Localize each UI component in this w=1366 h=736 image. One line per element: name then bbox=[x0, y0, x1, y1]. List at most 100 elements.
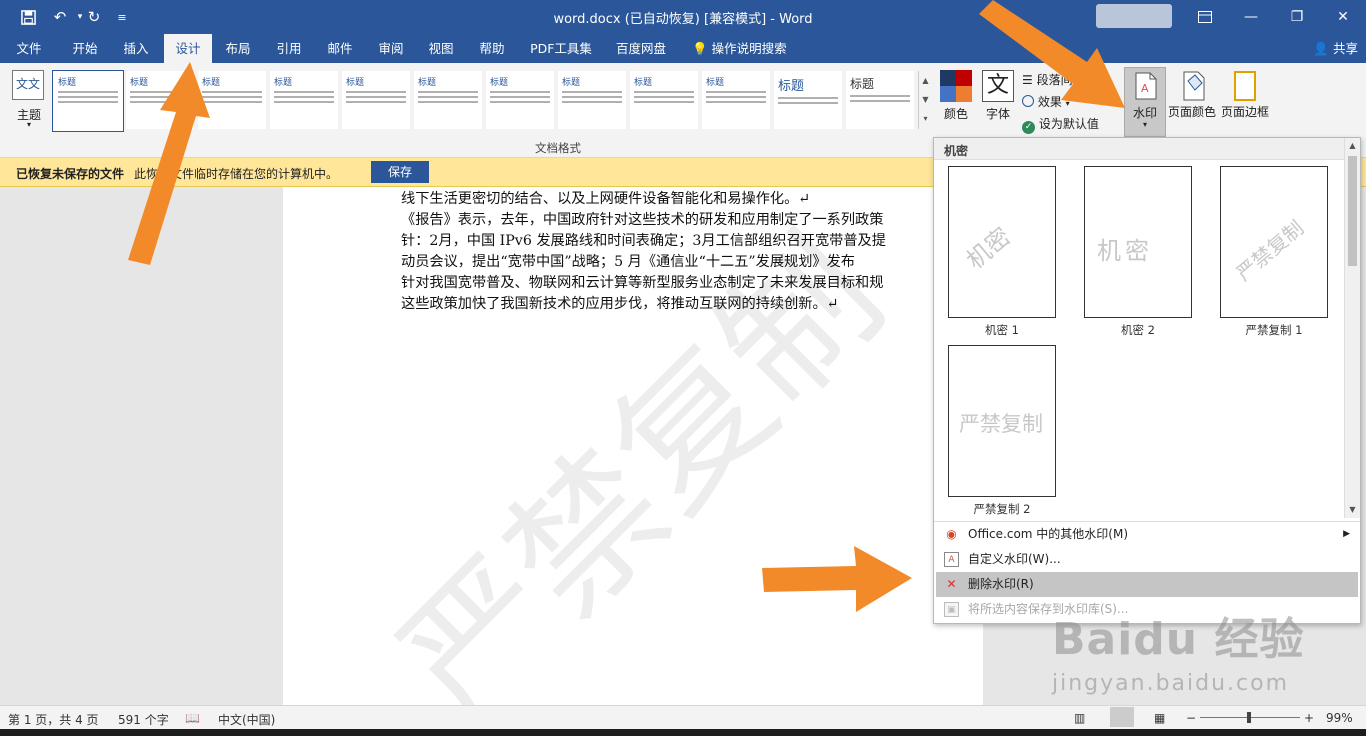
annotation-arrow-watermark bbox=[979, 0, 1125, 108]
more-watermarks-office-com[interactable]: ◉ Office.com 中的其他水印(M) ▶ bbox=[936, 522, 1358, 547]
close-button[interactable]: ✕ bbox=[1320, 0, 1366, 34]
theme-icon[interactable]: 文文 bbox=[12, 70, 44, 100]
custom-watermark[interactable]: A 自定义水印(W)... bbox=[936, 547, 1358, 572]
restore-button[interactable]: ❐ bbox=[1274, 0, 1320, 34]
paragraph-line: 线下生活更密切的结合、以及上网硬件设备智能化和易操作化。↵ bbox=[401, 191, 811, 207]
style-set-10[interactable]: 标题 bbox=[702, 71, 770, 129]
zoom-in-button[interactable]: + bbox=[1304, 711, 1314, 725]
gallery-scroll[interactable]: ▲ ▼ ▾ bbox=[918, 71, 932, 129]
zoom-level[interactable]: 99% bbox=[1326, 711, 1353, 725]
print-layout-icon[interactable] bbox=[1110, 707, 1134, 727]
document-page[interactable]: 严禁复制 线下生活更密切的结合、以及上网硬件设备智能化和易操作化。↵ 《报告》表… bbox=[283, 187, 983, 705]
style-set-title: 标题 bbox=[418, 78, 437, 88]
tab-insert[interactable]: 插入 bbox=[114, 34, 158, 63]
share-button[interactable]: 👤 共享 bbox=[1313, 34, 1358, 63]
page-count[interactable]: 第 1 页，共 4 页 bbox=[8, 711, 99, 728]
style-set-title: 标题 bbox=[490, 78, 509, 88]
section-header: 机密 bbox=[934, 138, 1344, 160]
watermark-label: 严禁复制 1 bbox=[1245, 323, 1303, 337]
baidu-url: jingyan.baidu.com bbox=[1052, 671, 1290, 696]
style-set-11[interactable]: 标题 bbox=[774, 71, 842, 129]
style-set-title: 标题 bbox=[58, 78, 77, 88]
tab-layout[interactable]: 布局 bbox=[216, 34, 260, 63]
status-bar: 第 1 页，共 4 页 591 个字 📖 中文(中国) ▥ ▦ − + 99% bbox=[0, 705, 1366, 729]
style-set-8[interactable]: 标题 bbox=[558, 71, 626, 129]
watermark-confidential-1[interactable]: 机密 bbox=[948, 166, 1056, 318]
minimize-button[interactable]: — bbox=[1228, 0, 1274, 34]
word-count[interactable]: 591 个字 bbox=[118, 711, 169, 728]
tab-references[interactable]: 引用 bbox=[267, 34, 311, 63]
chevron-right-icon: ▶ bbox=[1343, 529, 1350, 539]
remove-watermark[interactable]: ✕ 删除水印(R) bbox=[936, 572, 1358, 597]
paragraph-line: 这些政策加快了我国新技术的应用步伐，将推动互联网的持续创新。↵ bbox=[401, 296, 839, 312]
custom-watermark-icon: A bbox=[944, 552, 959, 567]
set-as-default-label: 设为默认值 bbox=[1038, 117, 1099, 131]
baidu-jingyan-watermark: Baidu 经验 jingyan.baidu.com bbox=[1052, 614, 1305, 697]
watermark-preview-text: 严禁复制 bbox=[1231, 215, 1309, 286]
style-set-title: 标题 bbox=[778, 79, 805, 94]
watermark-label: 机密 1 bbox=[985, 323, 1019, 337]
zoom-out-button[interactable]: − bbox=[1186, 711, 1196, 725]
document-body[interactable]: 线下生活更密切的结合、以及上网硬件设备智能化和易操作化。↵ 《报告》表示，去年，… bbox=[401, 189, 983, 315]
tab-file[interactable]: 文件 bbox=[8, 34, 50, 63]
tab-design[interactable]: 设计 bbox=[164, 34, 212, 63]
style-set-5[interactable]: 标题 bbox=[342, 71, 410, 129]
tab-baidu-netdisk[interactable]: 百度网盘 bbox=[607, 34, 675, 63]
watermark-no-copy-2[interactable]: 严禁复制 bbox=[948, 345, 1056, 497]
tell-me-label: 操作说明搜索 bbox=[711, 41, 787, 56]
colors-button[interactable]: 颜色 bbox=[936, 105, 976, 122]
style-set-12[interactable]: 标题 bbox=[846, 71, 914, 129]
save-to-gallery-icon: ▣ bbox=[944, 602, 959, 617]
paragraph-line: 动员会议，提出“宽带中国”战略；5 月《通信业“十二五”发展规划》发布 bbox=[401, 254, 855, 270]
style-set-6[interactable]: 标题 bbox=[414, 71, 482, 129]
ribbon-tabs: 文件 开始 插入 设计 布局 引用 邮件 审阅 视图 帮助 PDF工具集 百度网… bbox=[0, 34, 1366, 63]
paragraph-line: 针对我国宽带普及、物联网和云计算等新型服务业态制定了未来发展目标和规 bbox=[401, 275, 884, 291]
watermark-preview-text: 严禁复制 bbox=[959, 412, 1043, 436]
dropdown-scrollbar[interactable]: ▲ ▼ bbox=[1344, 138, 1360, 518]
zoom-slider-thumb[interactable] bbox=[1247, 712, 1251, 723]
page-borders-label: 页面边框 bbox=[1220, 105, 1269, 119]
tab-pdf-tools[interactable]: PDF工具集 bbox=[524, 34, 598, 63]
watermark-confidential-2[interactable]: 机密 bbox=[1084, 166, 1192, 318]
taskbar-edge bbox=[0, 729, 1366, 736]
web-layout-icon[interactable]: ▦ bbox=[1154, 711, 1165, 725]
save-button[interactable]: 保存 bbox=[371, 161, 429, 183]
tab-mailings[interactable]: 邮件 bbox=[318, 34, 362, 63]
tell-me-search[interactable]: 💡 操作说明搜索 bbox=[692, 34, 800, 63]
watermark-no-copy-1[interactable]: 严禁复制 bbox=[1220, 166, 1328, 318]
proofing-icon[interactable]: 📖 bbox=[185, 711, 200, 725]
style-set-9[interactable]: 标题 bbox=[630, 71, 698, 129]
language[interactable]: 中文(中国) bbox=[218, 711, 275, 728]
menu-label: 自定义水印(W)... bbox=[968, 552, 1061, 566]
page-color-icon bbox=[1183, 71, 1205, 101]
tab-home[interactable]: 开始 bbox=[62, 34, 108, 63]
tab-help[interactable]: 帮助 bbox=[470, 34, 514, 63]
share-label: 共享 bbox=[1332, 41, 1358, 56]
style-set-7[interactable]: 标题 bbox=[486, 71, 554, 129]
scroll-down-icon[interactable]: ▼ bbox=[1345, 502, 1360, 518]
page-color-button[interactable]: 页面颜色 bbox=[1168, 67, 1216, 127]
watermark-icon: A bbox=[1135, 72, 1157, 100]
scroll-up-icon[interactable]: ▲ bbox=[1345, 138, 1360, 154]
colors-icon[interactable] bbox=[940, 70, 972, 102]
style-set-title: 标题 bbox=[346, 78, 365, 88]
set-as-default-button[interactable]: ✓ 设为默认值 bbox=[1022, 115, 1122, 134]
ribbon-display-icon[interactable] bbox=[1182, 0, 1228, 34]
baidu-logo: Baidu 经验 bbox=[1052, 614, 1305, 665]
watermark-label: 严禁复制 2 bbox=[973, 502, 1031, 516]
page-borders-button[interactable]: 页面边框 bbox=[1220, 67, 1270, 127]
globe-icon: ◉ bbox=[946, 527, 957, 541]
tab-view[interactable]: 视图 bbox=[419, 34, 463, 63]
tab-review[interactable]: 审阅 bbox=[369, 34, 413, 63]
style-set-4[interactable]: 标题 bbox=[270, 71, 338, 129]
annotation-arrow-remove-watermark bbox=[762, 546, 912, 612]
style-set-1[interactable]: 标题 bbox=[54, 71, 122, 129]
annotation-arrow-design-tab bbox=[128, 62, 210, 265]
read-mode-icon[interactable]: ▥ bbox=[1074, 711, 1085, 725]
scroll-thumb[interactable] bbox=[1348, 156, 1357, 266]
lightbulb-icon: 💡 bbox=[692, 41, 708, 56]
watermark-dropdown: 机密 ▲ ▼ 机密 机密 1 机密 机密 2 严禁复制 严禁复制 1 严禁复制 … bbox=[933, 137, 1361, 624]
title-bar: ↶ ▾ ↻ ≡ word.docx (已自动恢复) [兼容模式] - Word … bbox=[0, 0, 1366, 34]
style-set-title: 标题 bbox=[562, 78, 581, 88]
style-set-title: 标题 bbox=[274, 78, 293, 88]
